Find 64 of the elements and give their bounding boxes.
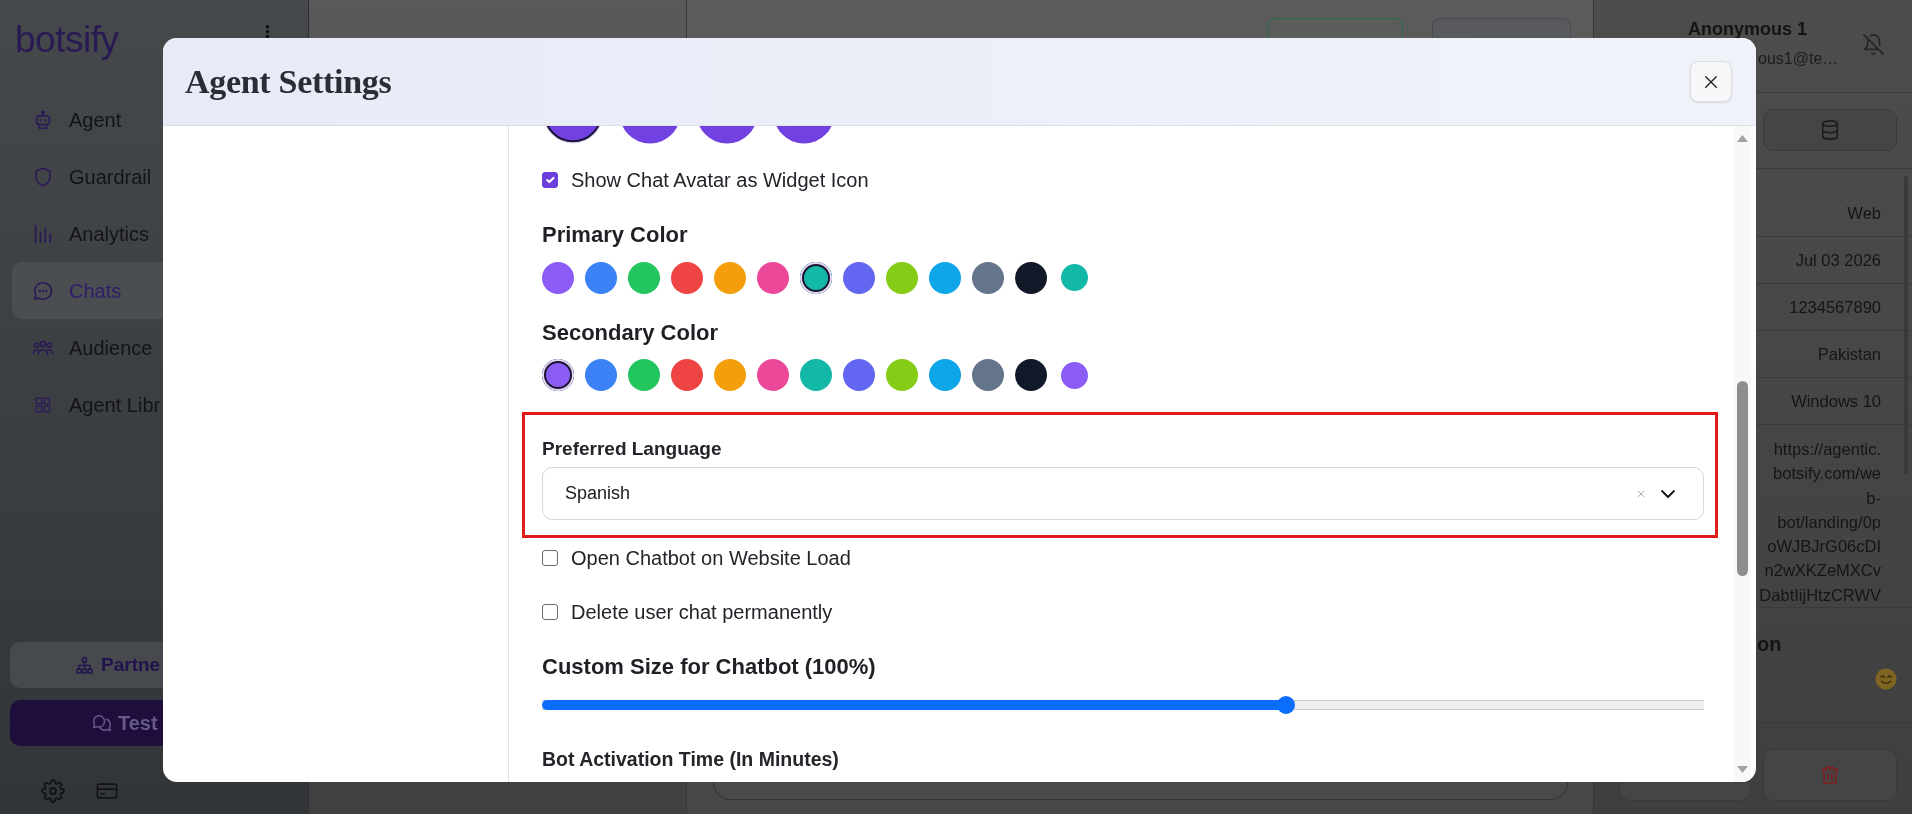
checkbox-label: Show Chat Avatar as Widget Icon: [571, 168, 869, 192]
color-swatch[interactable]: [843, 359, 875, 391]
chevron-down-icon[interactable]: [1660, 488, 1676, 499]
shield-icon: [32, 165, 54, 188]
field-label: Bot Activation Time (In Minutes): [542, 748, 839, 771]
database-icon: [1819, 119, 1841, 141]
checkbox[interactable]: [542, 604, 558, 620]
color-swatch[interactable]: [757, 261, 789, 294]
clear-icon[interactable]: [1636, 488, 1646, 499]
color-swatch[interactable]: [585, 359, 617, 391]
scrollbar-track[interactable]: [1734, 126, 1751, 782]
color-swatch[interactable]: [628, 261, 660, 294]
color-swatch[interactable]: [929, 359, 961, 391]
dialog-title: Agent Settings: [185, 61, 392, 102]
section-heading: Secondary Color: [542, 319, 719, 346]
test-button[interactable]: Test: [10, 700, 163, 746]
bell-off-icon[interactable]: [1862, 33, 1885, 56]
triangle-down-icon[interactable]: [1737, 766, 1748, 773]
trash-icon: [1819, 764, 1841, 786]
color-swatch[interactable]: [886, 261, 918, 294]
color-swatch[interactable]: [671, 359, 703, 391]
hierarchy-icon: [75, 655, 94, 675]
close-button[interactable]: [1690, 61, 1732, 102]
color-swatch[interactable]: [542, 359, 574, 391]
triangle-up-icon[interactable]: [1737, 135, 1748, 142]
chat-bubble-icon: [32, 279, 54, 302]
color-swatch[interactable]: [843, 261, 875, 294]
color-swatch[interactable]: [585, 261, 617, 294]
color-swatch[interactable]: [886, 359, 918, 391]
color-swatch[interactable]: [800, 261, 832, 294]
smiley-icon[interactable]: [1875, 668, 1897, 690]
avatar-option[interactable]: [545, 126, 601, 144]
checkbox[interactable]: [542, 172, 558, 188]
checkbox[interactable]: [542, 550, 558, 566]
settings-icon[interactable]: [41, 779, 65, 803]
field-label: Preferred Language: [542, 437, 722, 460]
message-input-field[interactable]: [713, 782, 1568, 800]
color-swatch[interactable]: [714, 359, 746, 391]
color-swatch[interactable]: [800, 359, 832, 391]
color-swatch[interactable]: [671, 261, 703, 294]
color-swatch[interactable]: [1015, 359, 1047, 391]
chat-bubbles-icon: [92, 713, 112, 733]
color-swatch[interactable]: [972, 359, 1004, 391]
grid-icon: [34, 395, 52, 414]
contact-name: Anonymous 1: [1688, 20, 1807, 38]
section-heading: Primary Color: [542, 222, 688, 248]
color-swatch[interactable]: [714, 261, 746, 294]
color-picker-swatch[interactable]: [1061, 361, 1088, 389]
color-swatch[interactable]: [1015, 261, 1047, 294]
database-button[interactable]: [1763, 109, 1897, 151]
slider-thumb[interactable]: [1276, 696, 1295, 714]
kebab-menu-icon[interactable]: [265, 25, 270, 38]
section-heading: Custom Size for Chatbot (100%): [542, 654, 876, 680]
color-swatch[interactable]: [628, 359, 660, 391]
color-swatch[interactable]: [972, 261, 1004, 294]
color-picker-swatch[interactable]: [1061, 264, 1088, 291]
color-swatch[interactable]: [929, 261, 961, 294]
checkbox-label: Delete user chat permanently: [571, 600, 833, 624]
color-swatch[interactable]: [542, 261, 574, 294]
color-swatch[interactable]: [757, 359, 789, 391]
bar-chart-icon: [32, 222, 54, 245]
language-select[interactable]: Spanish: [542, 467, 1704, 520]
checkbox-label: Open Chatbot on Website Load: [571, 546, 851, 570]
scrollbar-thumb[interactable]: [1737, 381, 1748, 576]
